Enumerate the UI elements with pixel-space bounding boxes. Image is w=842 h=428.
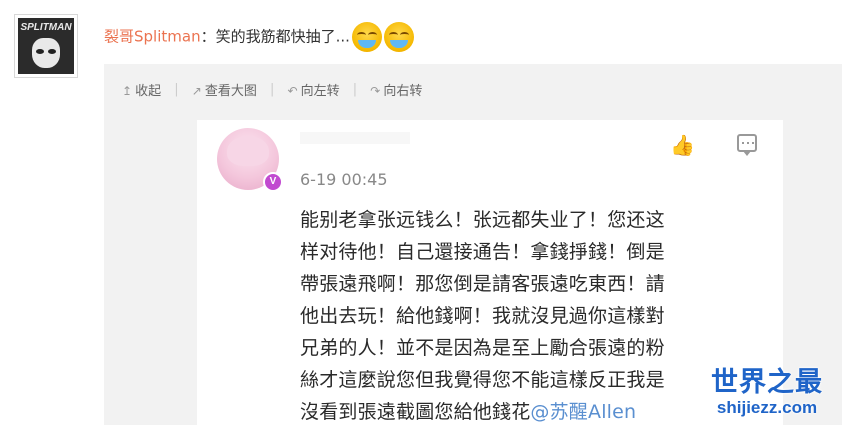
toolbar-divider: | (174, 82, 179, 97)
thumbs-up-icon: 👍 (670, 133, 695, 157)
watermark-title: 世界之最 (711, 367, 823, 398)
rotate-right-button[interactable]: ↷ 向右转 (370, 80, 422, 99)
laugh-cry-emoji-icon (351, 22, 382, 52)
post-timestamp: 6-19 00:45 (300, 170, 388, 189)
comment-text: 笑的我筋都快抽了... (215, 27, 350, 46)
toolbar-divider: | (352, 82, 358, 97)
collapse-button[interactable]: ↥ 收起 (122, 80, 161, 99)
comment-bubble-icon (737, 134, 757, 156)
comment: 裂哥Splitman：笑的我筋都快抽了... (104, 22, 414, 52)
media-toolbar: ↥ 收起 | ↗ 查看大图 | ↶ 向左转 | ↷ 向右转 (122, 80, 422, 99)
rotate-left-button[interactable]: ↶ 向左转 (288, 80, 340, 99)
view-large-button[interactable]: ↗ 查看大图 (192, 80, 257, 99)
text-line: 帶張遠飛啊！那您倒是請客張遠吃東西！請 (300, 273, 665, 295)
collapse-icon: ↥ (122, 84, 133, 98)
view-large-label: 查看大图 (204, 84, 257, 99)
toolbar-divider: | (269, 82, 275, 97)
rotate-left-icon: ↶ (287, 84, 298, 98)
avatar-hair (227, 136, 269, 166)
text-line: 能别老拿张远钱么！张远都失业了！您还这 (300, 209, 665, 231)
text-line: 他出去玩！給他錢啊！我就沒見過你這樣對 (300, 305, 665, 327)
user-avatar[interactable]: SPLITMAN (14, 14, 78, 78)
blurred-username (300, 132, 410, 144)
avatar-image: SPLITMAN (18, 18, 74, 74)
watermark-url: shijiezz.com (716, 398, 818, 417)
rotate-right-label: 向右转 (383, 84, 423, 99)
rotate-left-label: 向左转 (300, 84, 340, 99)
comment-author-link[interactable]: 裂哥Splitman (104, 28, 201, 46)
text-line-content: 沒看到張遠截圖您給他錢花 (300, 401, 531, 423)
text-line: 样对待他！自己還接通告！拿錢掙錢！倒是 (300, 241, 665, 263)
text-line: 兄弟的人！並不是因為是至上勵合張遠的粉 (300, 337, 665, 359)
mention-link: @苏醒Allen (530, 401, 637, 423)
laugh-cry-emoji-icon (383, 22, 414, 52)
embedded-screenshot[interactable]: V 6-19 00:45 👍 能别老拿张远钱么！张远都失业了！您还这 样对待他！… (197, 120, 783, 425)
view-large-icon: ↗ (191, 84, 202, 98)
comment-separator: ： (200, 27, 216, 46)
vip-badge-icon: V (263, 172, 283, 192)
rotate-right-icon: ↷ (370, 84, 381, 98)
collapse-label: 收起 (135, 84, 162, 99)
avatar-face-icon (32, 38, 60, 68)
site-watermark: 世界之最 shijiezz.com (702, 368, 832, 418)
avatar-logo-text: SPLITMAN (20, 22, 72, 33)
